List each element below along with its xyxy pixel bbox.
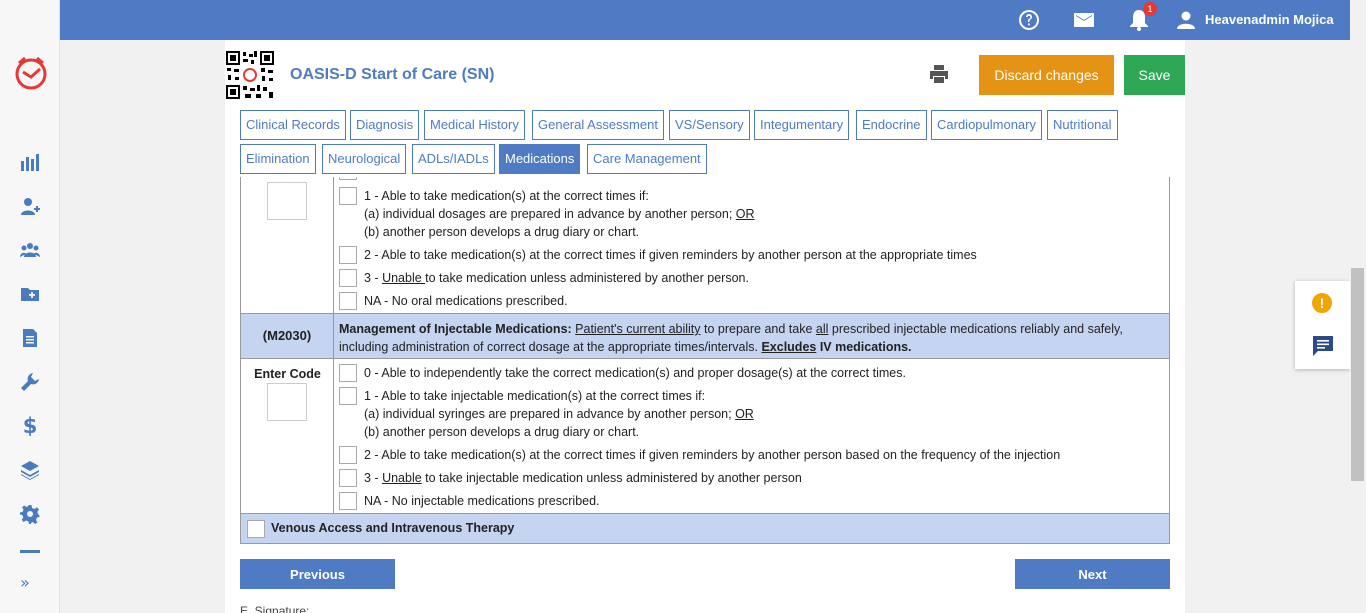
floating-action-panel: ! (1295, 281, 1350, 369)
checkbox[interactable] (339, 446, 357, 464)
checkbox[interactable] (339, 292, 357, 310)
sidebar: $ » (0, 0, 60, 613)
tab-medications[interactable]: Medications (499, 144, 581, 174)
venous-access-section[interactable]: Venous Access and Intravenous Therapy (241, 513, 1169, 543)
layers-icon[interactable] (18, 458, 42, 482)
tab-care-management[interactable]: Care Management (587, 144, 707, 174)
enter-code-label: Enter Code (254, 367, 321, 381)
page-title: OASIS-D Start of Care (SN) (290, 66, 495, 83)
checkbox[interactable] (339, 269, 357, 287)
venous-access-checkbox[interactable] (247, 520, 265, 538)
medications-form-table: 1 - Able to take medication(s) at the co… (240, 177, 1170, 544)
tab-diagnosis[interactable]: Diagnosis (350, 110, 420, 140)
page-scrollbar-thumb[interactable] (1351, 268, 1364, 481)
m2020-code-input[interactable] (267, 182, 307, 220)
mail-icon[interactable] (1072, 8, 1096, 32)
m2020-code-cell (241, 177, 334, 313)
tab-integumentary[interactable]: Integumentary (754, 110, 850, 140)
document-icon[interactable] (18, 326, 42, 350)
checkbox[interactable] (339, 246, 357, 264)
add-patient-icon[interactable] (18, 194, 42, 218)
m2030-header: (M2030) Management of Injectable Medicat… (241, 313, 1169, 359)
qr-code (226, 51, 274, 99)
tab-cardiopulmonary[interactable]: Cardiopulmonary (931, 110, 1042, 140)
m2030-code-input[interactable] (267, 383, 307, 421)
user-icon[interactable] (1174, 8, 1198, 32)
print-icon[interactable] (929, 64, 949, 84)
chat-icon[interactable] (1312, 335, 1334, 357)
checkbox[interactable] (339, 492, 357, 510)
previous-button[interactable]: Previous (240, 559, 395, 589)
venous-access-label: Venous Access and Intravenous Therapy (271, 521, 515, 535)
m2030-question: Management of Injectable Medications: Pa… (339, 322, 1123, 354)
m2020-option-0-checkbox-partial[interactable] (339, 177, 359, 180)
checkbox[interactable] (339, 387, 357, 405)
sidebar-divider (20, 550, 40, 553)
next-button[interactable]: Next (1015, 559, 1170, 589)
warning-icon[interactable]: ! (1312, 293, 1332, 313)
team-icon[interactable] (18, 238, 42, 262)
tab-vs-sensory[interactable]: VS/Sensory (669, 110, 750, 140)
app-logo[interactable] (13, 55, 49, 91)
user-name[interactable]: Heavenadmin Mojica (1205, 12, 1334, 27)
help-icon[interactable] (1017, 8, 1041, 32)
discard-changes-button[interactable]: Discard changes (979, 55, 1114, 95)
chart-icon[interactable] (18, 150, 42, 174)
tab-neurological[interactable]: Neurological (322, 144, 407, 174)
save-button[interactable]: Save (1124, 55, 1185, 95)
dollar-icon[interactable]: $ (18, 414, 42, 438)
expand-sidebar-icon[interactable]: » (20, 573, 30, 592)
m2030-code: (M2030) (241, 314, 334, 358)
checkbox[interactable] (339, 364, 357, 382)
signature-section-label: E. Signature: (240, 604, 310, 613)
wrench-icon[interactable] (18, 370, 42, 394)
tab-general-assessment[interactable]: General Assessment (532, 110, 664, 140)
m2030-code-cell: Enter Code (241, 359, 334, 513)
tab-endocrine[interactable]: Endocrine (856, 110, 927, 140)
tab-clinical-records[interactable]: Clinical Records (240, 110, 346, 140)
tab-adls-iadls[interactable]: ADLs/IADLs (412, 144, 495, 174)
add-folder-icon[interactable] (18, 282, 42, 306)
notification-badge: 1 (1143, 2, 1157, 16)
gear-icon[interactable] (18, 502, 42, 526)
tab-nutritional[interactable]: Nutritional (1047, 110, 1118, 140)
tab-elimination[interactable]: Elimination (240, 144, 316, 174)
checkbox[interactable] (339, 187, 357, 205)
tab-medical-history[interactable]: Medical History (424, 110, 525, 140)
checkbox[interactable] (339, 469, 357, 487)
